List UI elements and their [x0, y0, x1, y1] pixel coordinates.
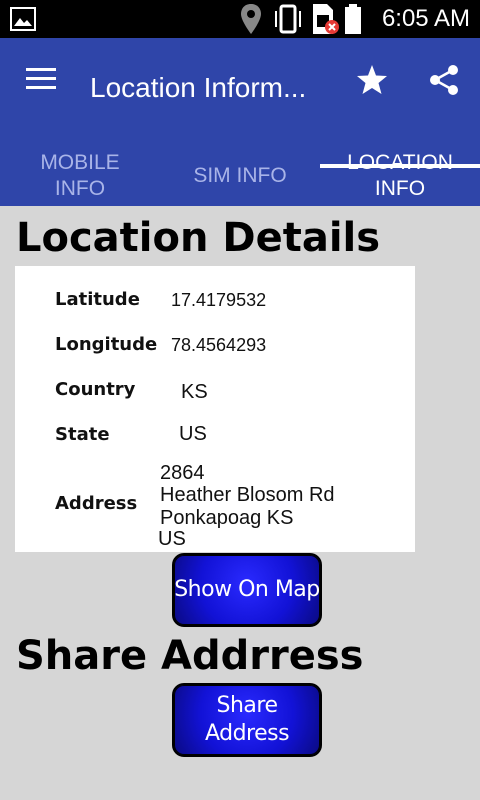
tab-label-line: INFO: [54, 177, 106, 200]
share-icon[interactable]: [428, 64, 460, 100]
location-icon: [240, 3, 262, 39]
tab-mobile-info[interactable]: MOBILE INFO: [0, 146, 160, 206]
status-bar: 6:05 AM: [0, 0, 480, 38]
sim-icon: [310, 3, 340, 39]
share-address-button[interactable]: Share Address: [172, 683, 322, 757]
address-label: Address: [55, 493, 138, 514]
tab-indicator: [320, 164, 480, 168]
country-value: KS: [181, 381, 208, 403]
country-label: Country: [55, 379, 136, 400]
state-label: State: [55, 424, 110, 445]
address-line: Heather Blosom Rd: [160, 484, 335, 506]
vibrate-icon: [272, 3, 304, 39]
location-details-card: Latitude 17.4179532 Longitude 78.4564293…: [15, 266, 415, 552]
tab-label-line: INFO: [374, 177, 426, 200]
address-line: 2864: [160, 462, 205, 484]
gallery-icon: [10, 7, 36, 35]
tab-sim-info[interactable]: SIM INFO: [160, 146, 320, 206]
location-details-heading: Location Details: [16, 215, 381, 261]
address-line: Ponkapoag KS: [160, 507, 294, 529]
address-line: US: [158, 528, 186, 550]
tab-label-line: SIM INFO: [193, 164, 287, 187]
state-value: US: [179, 423, 207, 445]
latitude-value: 17.4179532: [171, 290, 267, 310]
battery-icon: [344, 3, 362, 39]
tab-location-info[interactable]: LOCATION INFO: [320, 146, 480, 206]
menu-icon[interactable]: [26, 66, 58, 96]
longitude-label: Longitude: [55, 334, 158, 355]
tab-label-line: MOBILE: [40, 151, 120, 174]
app-bar: Location Inform... MOBILE INFO SIM INFO …: [0, 38, 480, 206]
tab-label-line: LOCATION: [347, 151, 453, 174]
page-title: Location Inform...: [90, 72, 307, 103]
longitude-value: 78.4564293: [171, 335, 267, 355]
status-time: 6:05 AM: [381, 5, 470, 32]
latitude-label: Latitude: [55, 289, 140, 310]
star-icon[interactable]: [356, 64, 388, 100]
share-address-heading: Share Addrress: [16, 633, 364, 679]
show-on-map-button[interactable]: Show On Map: [172, 553, 322, 627]
tab-bar: MOBILE INFO SIM INFO LOCATION INFO: [0, 146, 480, 206]
